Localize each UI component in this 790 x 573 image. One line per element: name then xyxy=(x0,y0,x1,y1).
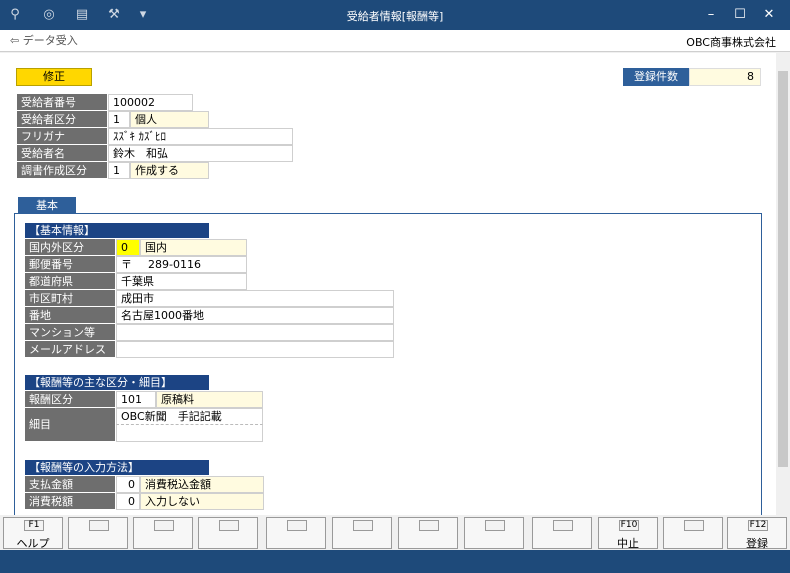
fkey-number: F12 xyxy=(748,520,768,531)
email-input[interactable] xyxy=(116,341,394,358)
fkey-label: 中止 xyxy=(617,537,639,550)
status-bar xyxy=(0,550,790,573)
detail-line2-input[interactable] xyxy=(116,425,263,442)
mode-badge: 修正 xyxy=(16,68,92,86)
prefecture-input[interactable]: 千葉県 xyxy=(116,273,247,290)
title-bar: ⚲ ◎ ▤ ⚒ ▾ 受給者情報[報酬等] – ☐ ✕ xyxy=(0,0,790,30)
category-heading: 【報酬等の主な区分・細目】 xyxy=(25,375,209,390)
function-key-bar: F1 ヘルプ F10 中止 F12 登録 xyxy=(0,515,790,550)
recipient-category-code[interactable]: 1 xyxy=(108,111,130,128)
doc-create-label: 調書作成区分 xyxy=(17,162,107,179)
address-input[interactable]: 名古屋1000番地 xyxy=(116,307,394,324)
f5-button[interactable] xyxy=(266,517,326,549)
address-label: 番地 xyxy=(25,307,115,324)
reward-category-name: 原稿料 xyxy=(156,391,263,408)
record-count-label: 登録件数 xyxy=(623,68,689,86)
fkey-number xyxy=(353,520,373,531)
recipient-no-label: 受給者番号 xyxy=(17,94,107,111)
f7-button[interactable] xyxy=(398,517,458,549)
furigana-label: フリガナ xyxy=(17,128,107,145)
import-icon: ⇦ xyxy=(10,34,23,47)
tab-basic[interactable]: 基本 xyxy=(18,197,76,214)
postal-code-value: 289-0116 xyxy=(148,258,201,271)
scrollbar-thumb[interactable] xyxy=(778,71,788,467)
payment-amount-name: 消費税込金額 xyxy=(140,476,264,493)
doc-create-code[interactable]: 1 xyxy=(108,162,130,179)
email-label: メールアドレス xyxy=(25,341,115,358)
detail-line1-input[interactable]: OBC新聞 手記記載 xyxy=(116,408,263,425)
data-import-label: データ受入 xyxy=(22,34,78,47)
fkey-number xyxy=(89,520,109,531)
domestic-label: 国内外区分 xyxy=(25,239,115,256)
consumption-tax-name: 入力しない xyxy=(140,493,264,510)
building-label: マンション等 xyxy=(25,324,115,341)
f3-button[interactable] xyxy=(133,517,193,549)
consumption-tax-code[interactable]: 0 xyxy=(116,493,140,510)
f1-help-button[interactable]: F1 ヘルプ xyxy=(3,517,63,550)
furigana-input[interactable]: ｽｽﾞｷ ｶｽﾞﾋﾛ xyxy=(108,128,293,145)
reward-category-code[interactable]: 101 xyxy=(116,391,156,408)
data-import-button[interactable]: ⇦ データ受入 xyxy=(6,32,82,50)
f8-button[interactable] xyxy=(464,517,524,549)
basic-info-heading: 【基本情報】 xyxy=(25,223,209,238)
consumption-tax-label: 消費税額 xyxy=(25,493,115,510)
input-method-heading: 【報酬等の入力方法】 xyxy=(25,460,209,475)
f11-button[interactable] xyxy=(663,517,723,549)
city-input[interactable]: 成田市 xyxy=(116,290,394,307)
recipient-name-label: 受給者名 xyxy=(17,145,107,162)
postal-mark: 〒 xyxy=(121,258,132,271)
domestic-code[interactable]: 0 xyxy=(116,239,140,256)
fkey-number xyxy=(419,520,439,531)
fkey-number xyxy=(154,520,174,531)
postal-code-input[interactable]: 〒 289-0116 xyxy=(116,256,247,273)
f10-cancel-button[interactable]: F10 中止 xyxy=(598,517,658,550)
maximize-icon[interactable]: ☐ xyxy=(729,5,751,25)
prefecture-label: 都道府県 xyxy=(25,273,115,290)
close-icon[interactable]: ✕ xyxy=(758,5,780,25)
company-name: OBC商事株式会社 xyxy=(686,36,776,49)
domestic-name: 国内 xyxy=(140,239,247,256)
minimize-icon[interactable]: – xyxy=(700,5,722,25)
fkey-label: 登録 xyxy=(746,537,768,550)
city-label: 市区町村 xyxy=(25,290,115,307)
f6-button[interactable] xyxy=(332,517,392,549)
fkey-number: F1 xyxy=(24,520,44,531)
fkey-number xyxy=(219,520,239,531)
recipient-no-input[interactable]: 100002 xyxy=(108,94,193,111)
fkey-number xyxy=(684,520,704,531)
payment-amount-code[interactable]: 0 xyxy=(116,476,140,493)
recipient-name-input[interactable]: 鈴木 和弘 xyxy=(108,145,293,162)
f9-button[interactable] xyxy=(532,517,592,549)
vertical-scrollbar[interactable] xyxy=(776,53,790,515)
fkey-number xyxy=(485,520,505,531)
record-count-value: 8 xyxy=(689,68,761,86)
f4-button[interactable] xyxy=(198,517,258,549)
fkey-number xyxy=(553,520,573,531)
f12-register-button[interactable]: F12 登録 xyxy=(727,517,787,550)
building-input[interactable] xyxy=(116,324,394,341)
detail-label: 細目 xyxy=(25,408,115,442)
postal-code-label: 郵便番号 xyxy=(25,256,115,273)
fkey-number: F10 xyxy=(619,520,639,531)
toolbar: ⇦ データ受入 OBC商事株式会社 xyxy=(0,30,790,52)
fkey-label: ヘルプ xyxy=(16,537,50,550)
f2-button[interactable] xyxy=(68,517,128,549)
reward-category-label: 報酬区分 xyxy=(25,391,115,408)
recipient-category-label: 受給者区分 xyxy=(17,111,107,128)
fkey-number xyxy=(287,520,307,531)
recipient-category-name: 個人 xyxy=(130,111,209,128)
doc-create-name: 作成する xyxy=(130,162,209,179)
window-title: 受給者情報[報酬等] xyxy=(346,10,444,23)
payment-amount-label: 支払金額 xyxy=(25,476,115,493)
